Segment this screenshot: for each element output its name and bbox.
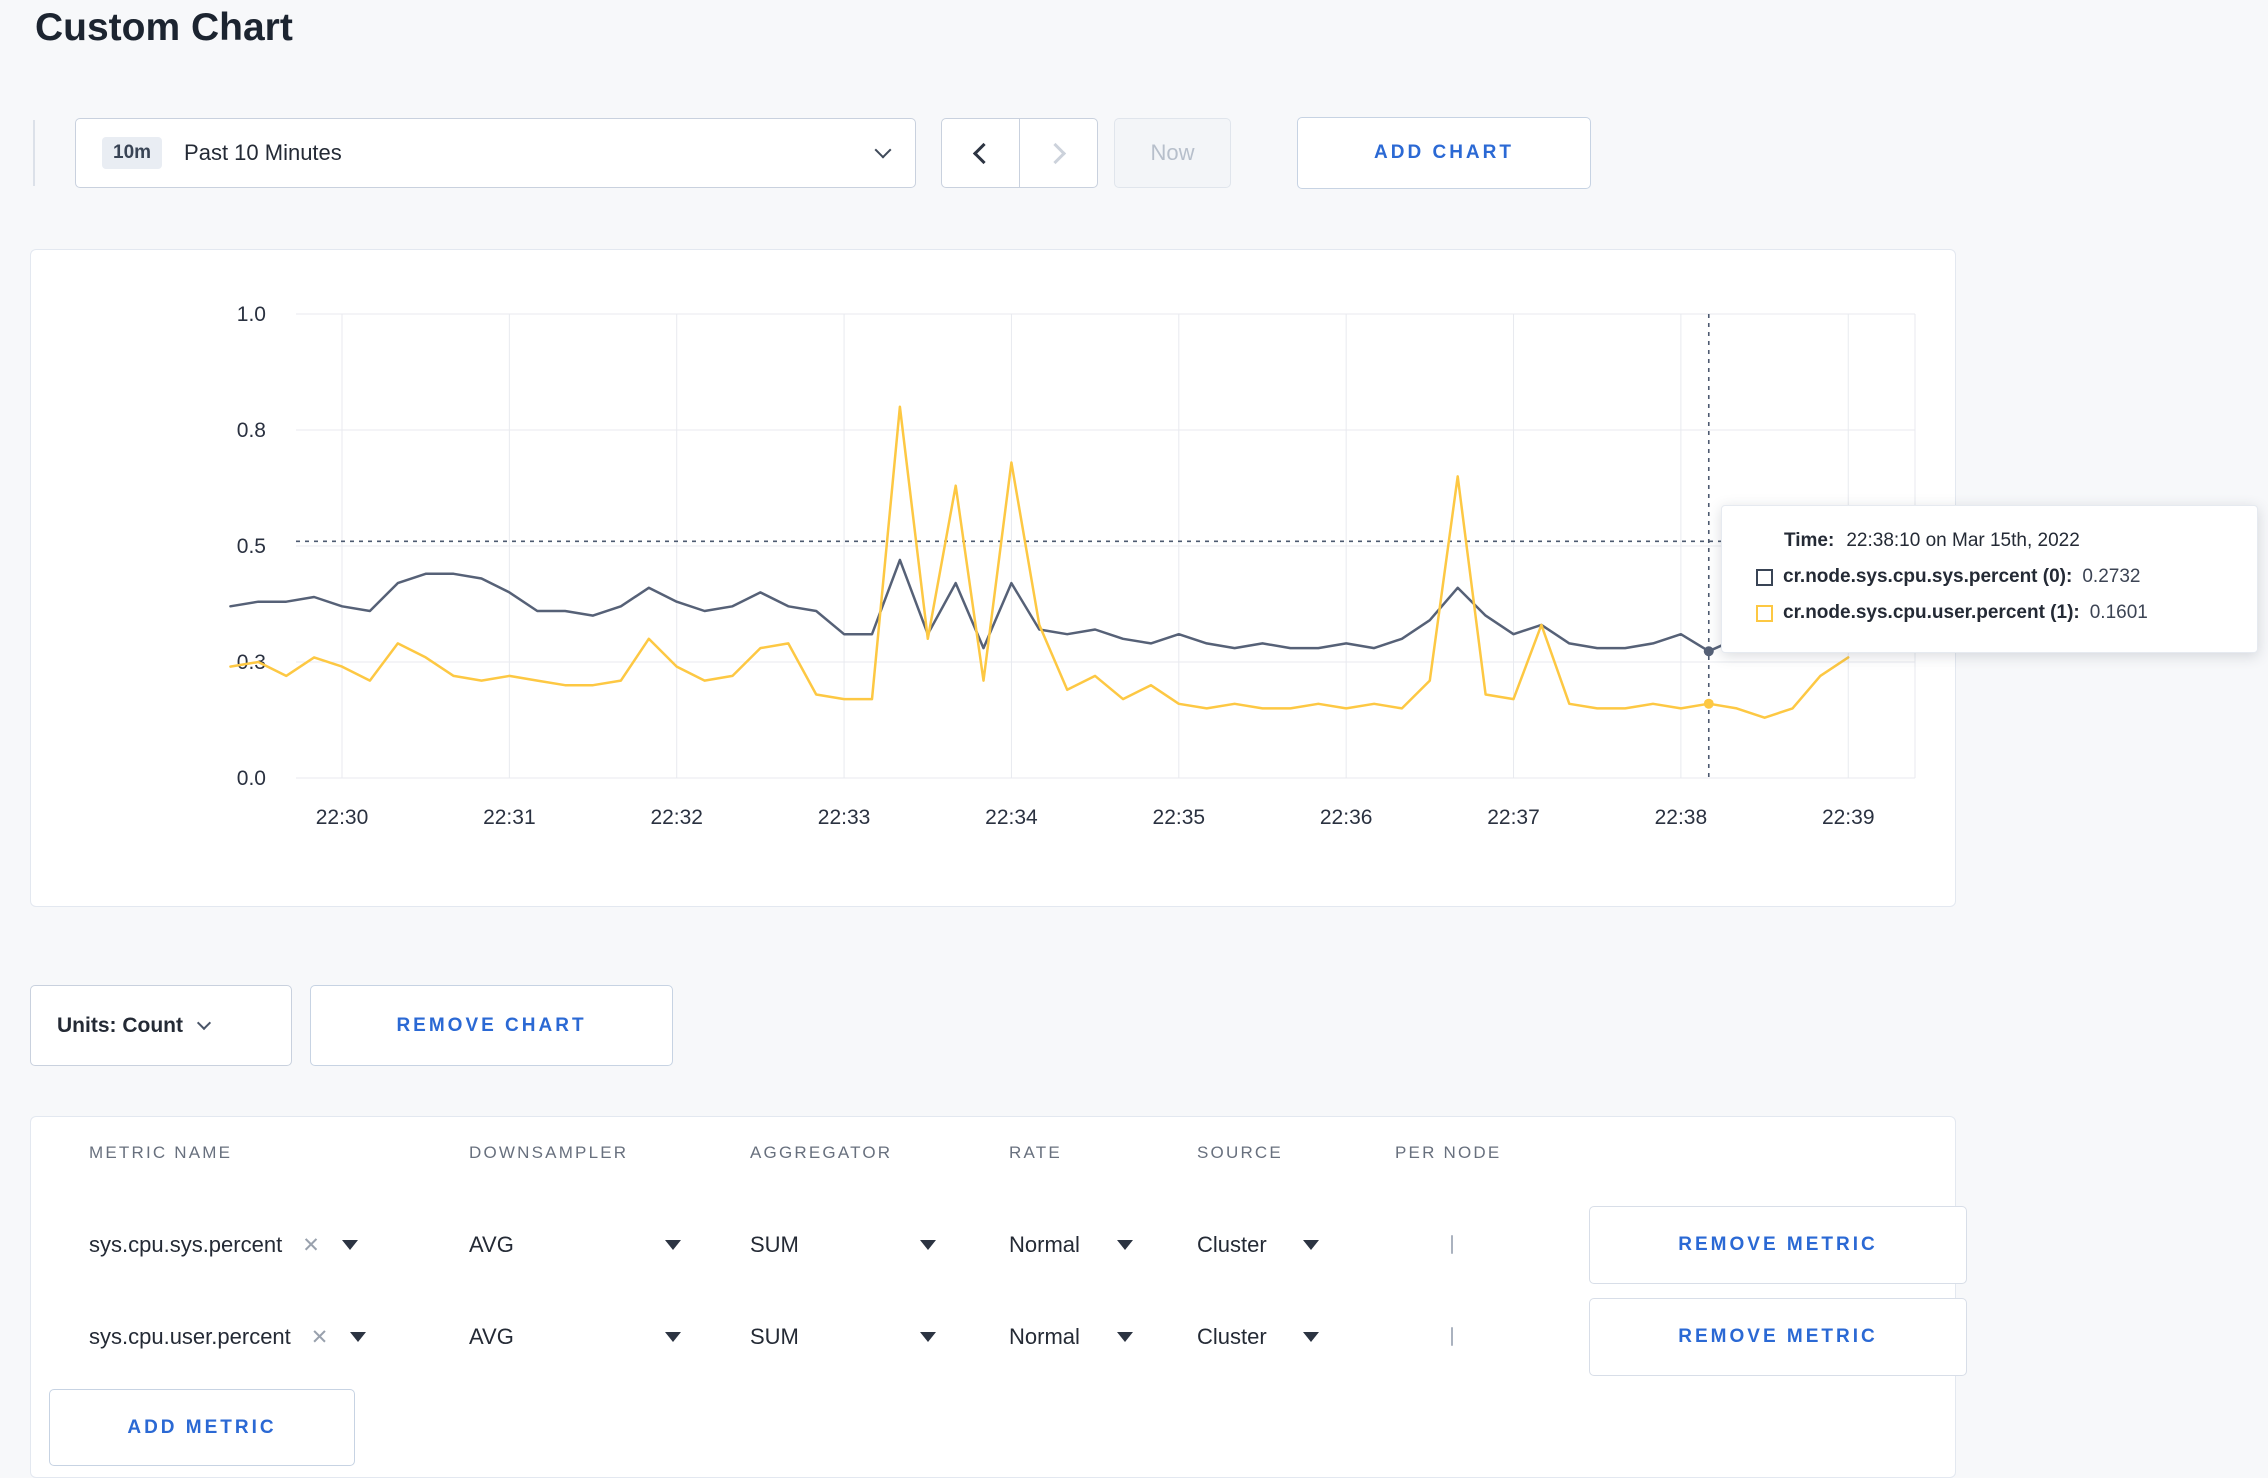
header-metric-name: METRIC NAME	[89, 1143, 233, 1162]
hover-point-marker	[1703, 698, 1714, 709]
time-range-select[interactable]: 10m Past 10 Minutes	[75, 118, 916, 188]
caret-down-icon	[665, 1240, 681, 1250]
metric-name-select[interactable]: sys.cpu.user.percent ✕	[89, 1324, 469, 1350]
tooltip-series-row: cr.node.sys.cpu.sys.percent (0): 0.2732	[1756, 566, 2233, 588]
rate-value: Normal	[1009, 1324, 1080, 1349]
source-value: Cluster	[1197, 1324, 1267, 1349]
series-line	[229, 558, 1850, 653]
downsampler-select[interactable]: AVG	[469, 1324, 681, 1350]
per-node-checkbox[interactable]	[1451, 1235, 1453, 1254]
x-tick-label: 22:39	[1822, 806, 1875, 829]
y-tick-label: 1.0	[237, 303, 266, 326]
rate-select[interactable]: Normal	[1009, 1324, 1133, 1350]
y-tick-label: 0.0	[237, 767, 266, 790]
per-node-checkbox[interactable]	[1451, 1327, 1453, 1346]
units-label: Units: Count	[57, 1013, 183, 1037]
tooltip-series-name: cr.node.sys.cpu.sys.percent (0):	[1783, 566, 2073, 587]
next-range-button[interactable]	[1019, 118, 1098, 188]
x-tick-label: 22:30	[316, 806, 369, 829]
series-sys-swatch-icon	[1756, 568, 1773, 586]
caret-down-icon	[665, 1332, 681, 1342]
y-tick-label: 0.8	[237, 419, 266, 442]
remove-chart-button[interactable]: REMOVE CHART	[310, 985, 673, 1066]
tooltip-time: Time: 22:38:10 on Mar 15th, 2022	[1784, 530, 2233, 552]
caret-down-icon	[1303, 1332, 1319, 1342]
add-chart-button[interactable]: ADD CHART	[1297, 117, 1591, 189]
caret-down-icon	[1117, 1332, 1133, 1342]
aggregator-select[interactable]: SUM	[750, 1232, 936, 1258]
tooltip-series-row: cr.node.sys.cpu.user.percent (1): 0.1601	[1756, 602, 2233, 624]
chevron-down-icon	[196, 1015, 212, 1030]
metrics-table: METRIC NAME DOWNSAMPLER AGGREGATOR RATE …	[30, 1116, 1967, 1478]
rate-value: Normal	[1009, 1232, 1080, 1257]
header-downsampler: DOWNSAMPLER	[469, 1143, 629, 1162]
chart-panel: 0.0 0.3 0.5 0.8 1.0 22:30 22:31 22:32 22:33 22:34…	[30, 249, 1956, 907]
x-tick-label: 22:32	[650, 806, 703, 829]
clear-metric-icon[interactable]: ✕	[302, 1233, 320, 1258]
units-select[interactable]: Units: Count	[30, 985, 292, 1066]
hover-point-marker	[1703, 646, 1714, 657]
source-select[interactable]: Cluster	[1197, 1232, 1319, 1258]
x-tick-label: 22:37	[1487, 806, 1540, 829]
remove-metric-button[interactable]: REMOVE METRIC	[1589, 1298, 1967, 1376]
table-row: sys.cpu.user.percent ✕ AVG SUM Normal Cl…	[31, 1291, 1967, 1383]
aggregator-select[interactable]: SUM	[750, 1324, 936, 1350]
caret-down-icon	[350, 1332, 367, 1342]
time-range-label: Past 10 Minutes	[184, 140, 342, 165]
x-tick-label: 22:38	[1655, 806, 1708, 829]
caret-down-icon	[341, 1240, 358, 1250]
x-tick-label: 22:35	[1153, 806, 1206, 829]
time-pager	[941, 118, 1098, 188]
source-value: Cluster	[1197, 1232, 1267, 1257]
chevron-down-icon	[874, 141, 892, 159]
page-title: Custom Chart	[35, 6, 293, 49]
x-tick-label: 22:36	[1320, 806, 1373, 829]
caret-down-icon	[920, 1240, 936, 1250]
header-aggregator: AGGREGATOR	[750, 1143, 893, 1162]
now-button[interactable]: Now	[1114, 118, 1231, 188]
x-tick-label: 22:33	[818, 806, 871, 829]
clear-metric-icon[interactable]: ✕	[311, 1325, 329, 1350]
add-metric-button[interactable]: ADD METRIC	[49, 1389, 355, 1466]
chart-canvas[interactable]: 0.00.30.50.81.022:30 22:31 22:32 22:33 22:34…	[31, 250, 1957, 908]
rate-select[interactable]: Normal	[1009, 1232, 1133, 1258]
tooltip-time-value: 22:38:10 on Mar 15th, 2022	[1846, 530, 2080, 551]
metrics-table-header: METRIC NAME DOWNSAMPLER AGGREGATOR RATE …	[31, 1117, 1955, 1163]
time-range-badge: 10m	[102, 137, 163, 169]
caret-down-icon	[920, 1332, 936, 1342]
series-user-swatch-icon	[1756, 604, 1773, 622]
metric-name-select[interactable]: sys.cpu.sys.percent ✕	[89, 1232, 469, 1258]
tooltip-series-value: 0.1601	[2089, 602, 2148, 623]
aggregator-value: SUM	[750, 1232, 799, 1257]
series-line	[229, 405, 1850, 719]
x-tick-label: 22:31	[483, 806, 536, 829]
table-row: sys.cpu.sys.percent ✕ AVG SUM Normal Clu…	[31, 1199, 1967, 1291]
tooltip-series-name: cr.node.sys.cpu.user.percent (1):	[1783, 602, 2080, 623]
downsampler-value: AVG	[469, 1232, 514, 1257]
previous-range-button[interactable]	[941, 118, 1020, 188]
header-per-node: PER NODE	[1395, 1143, 1502, 1162]
y-tick-label: 0.5	[237, 535, 266, 558]
chevron-left-icon	[972, 142, 995, 164]
toolbar-divider	[33, 120, 35, 186]
caret-down-icon	[1117, 1240, 1133, 1250]
header-rate: RATE	[1009, 1143, 1062, 1162]
downsampler-select[interactable]: AVG	[469, 1232, 681, 1258]
downsampler-value: AVG	[469, 1324, 514, 1349]
metric-name-value: sys.cpu.sys.percent	[89, 1232, 283, 1257]
metric-name-value: sys.cpu.user.percent	[89, 1324, 291, 1349]
tooltip-time-label: Time:	[1784, 530, 1835, 551]
chevron-right-icon	[1044, 142, 1067, 164]
custom-chart-page: Custom Chart 10m Past 10 Minutes Now ADD…	[0, 0, 2268, 1478]
aggregator-value: SUM	[750, 1324, 799, 1349]
remove-metric-button[interactable]: REMOVE METRIC	[1589, 1206, 1967, 1284]
tooltip-series-value: 0.2732	[2082, 566, 2141, 587]
x-tick-label: 22:34	[985, 806, 1038, 829]
header-source: SOURCE	[1197, 1143, 1283, 1162]
source-select[interactable]: Cluster	[1197, 1324, 1319, 1350]
chart-tooltip: Time: 22:38:10 on Mar 15th, 2022 cr.node.…	[1721, 505, 2258, 653]
caret-down-icon	[1303, 1240, 1319, 1250]
